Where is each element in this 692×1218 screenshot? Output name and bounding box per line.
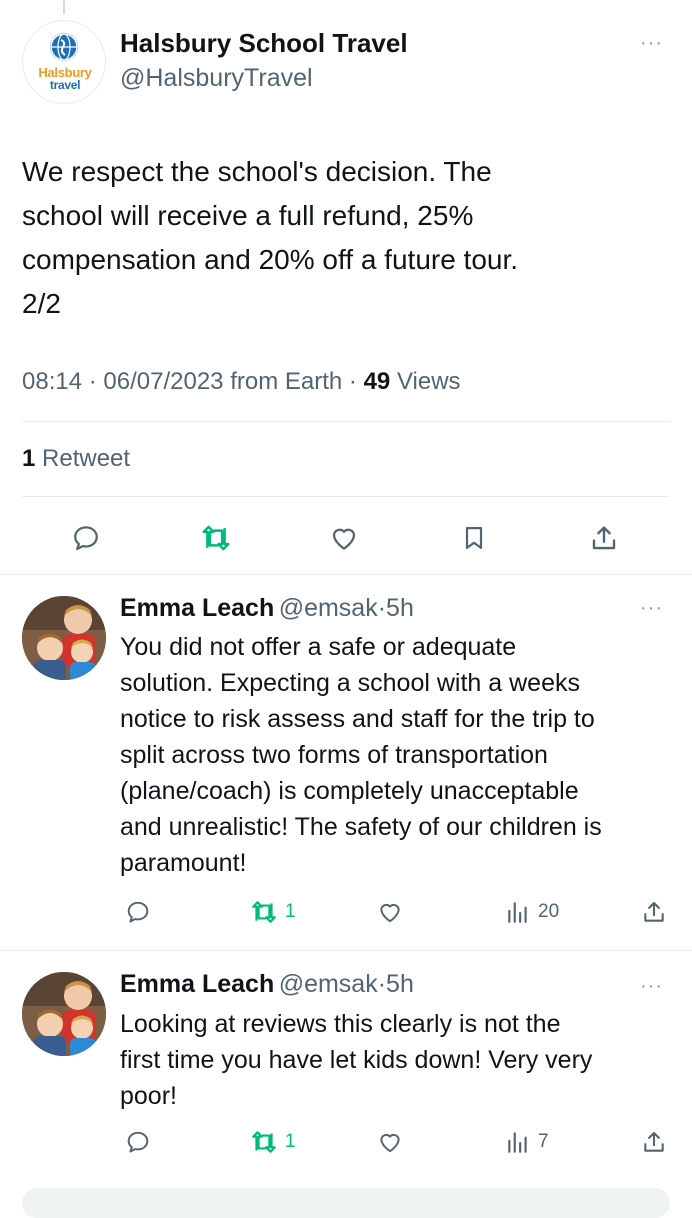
reply-text-line: poor! — [120, 1082, 177, 1110]
views-label[interactable]: Views — [397, 368, 461, 395]
views-count[interactable]: 49 — [364, 368, 391, 395]
reply-time[interactable]: 5h — [386, 594, 414, 622]
like-icon[interactable] — [322, 518, 366, 558]
reply-icon[interactable] — [120, 896, 156, 928]
user-avatar[interactable] — [22, 972, 106, 1056]
more-options-icon[interactable]: ··· — [640, 598, 663, 618]
divider — [0, 574, 692, 575]
logo-word-travel: travel — [49, 78, 81, 92]
retweet-count: 1 — [285, 901, 296, 922]
more-options-icon[interactable]: ··· — [640, 976, 663, 996]
separator: · — [348, 368, 357, 395]
reply-text-line: Looking at reviews this clearly is not t… — [120, 1010, 561, 1038]
tweet-meta: 08:14 · 06/07/2023 from Earth · 49 Views — [22, 368, 461, 396]
reply-text-line: You did not offer a safe or adequate — [120, 633, 517, 661]
views-icon[interactable] — [502, 1126, 534, 1158]
views-count: 20 — [538, 901, 560, 922]
reply-text: You did not offer a safe or adequate sol… — [120, 629, 602, 881]
retweet-icon[interactable] — [244, 1126, 284, 1158]
reply-text-line: paramount! — [120, 849, 247, 877]
reply-header: Emma Leach @emsak·5h — [120, 970, 414, 999]
tweet-text-line: We respect the school's decision. The — [22, 156, 492, 187]
reply-icon[interactable] — [64, 518, 108, 558]
tweet-date[interactable]: 06/07/2023 — [103, 368, 223, 395]
share-icon[interactable] — [582, 518, 626, 558]
main-tweet-text: We respect the school's decision. The sc… — [22, 150, 662, 326]
tweet-text-line: 2/2 — [22, 288, 61, 319]
reply-text-line: notice to risk assess and staff for the … — [120, 705, 595, 733]
reply-text-line: and unrealistic! The safety of our child… — [120, 813, 602, 841]
more-options-icon[interactable]: ··· — [640, 33, 663, 53]
reply-time[interactable]: 5h — [386, 970, 414, 998]
reply-text-line: first time you have let kids down! Very … — [120, 1046, 593, 1074]
separator: · — [377, 594, 387, 622]
main-display-name[interactable]: Halsbury School Travel — [120, 28, 408, 59]
reply-display-name[interactable]: Emma Leach — [120, 970, 274, 998]
retweet-count: 1 — [285, 1131, 296, 1152]
share-icon[interactable] — [636, 1126, 672, 1158]
tweet-text-line: school will receive a full refund, 25% — [22, 200, 474, 231]
reply-text-line: (plane/coach) is completely unacceptable — [120, 777, 579, 805]
retweet-icon[interactable] — [244, 896, 284, 928]
retweet-stats[interactable]: 1 Retweet — [22, 445, 130, 473]
main-handle[interactable]: @HalsburyTravel — [120, 64, 313, 93]
tweet-source: from Earth — [230, 368, 343, 395]
divider — [0, 950, 692, 951]
separator: · — [88, 368, 97, 395]
reply-handle[interactable]: @emsak — [279, 594, 378, 622]
separator: · — [377, 970, 387, 998]
bookmark-icon[interactable] — [452, 518, 496, 558]
halsbury-logo-avatar[interactable]: Halsbury travel — [22, 20, 106, 104]
reply-text: Looking at reviews this clearly is not t… — [120, 1006, 592, 1114]
tweet-time[interactable]: 08:14 — [22, 368, 82, 395]
reply-display-name[interactable]: Emma Leach — [120, 594, 274, 622]
globe-logo-icon — [50, 33, 78, 61]
divider — [22, 496, 670, 497]
thread-line — [63, 0, 65, 14]
retweet-icon[interactable] — [194, 518, 238, 558]
reply-text-line: solution. Expecting a school with a week… — [120, 669, 580, 697]
views-count: 7 — [538, 1131, 549, 1152]
reply-icon[interactable] — [120, 1126, 156, 1158]
tweet-text-line: compensation and 20% off a future tour. — [22, 244, 519, 275]
like-icon[interactable] — [372, 896, 408, 928]
retweet-count: 1 — [22, 445, 36, 472]
reply-composer-bar[interactable] — [22, 1188, 670, 1218]
user-avatar[interactable] — [22, 596, 106, 680]
views-icon[interactable] — [502, 896, 534, 928]
divider — [22, 421, 670, 422]
reply-text-line: split across two forms of transportation — [120, 741, 548, 769]
like-icon[interactable] — [372, 1126, 408, 1158]
reply-handle[interactable]: @emsak — [279, 970, 378, 998]
share-icon[interactable] — [636, 896, 672, 928]
retweet-label: Retweet — [42, 445, 131, 472]
reply-header: Emma Leach @emsak·5h — [120, 594, 414, 623]
